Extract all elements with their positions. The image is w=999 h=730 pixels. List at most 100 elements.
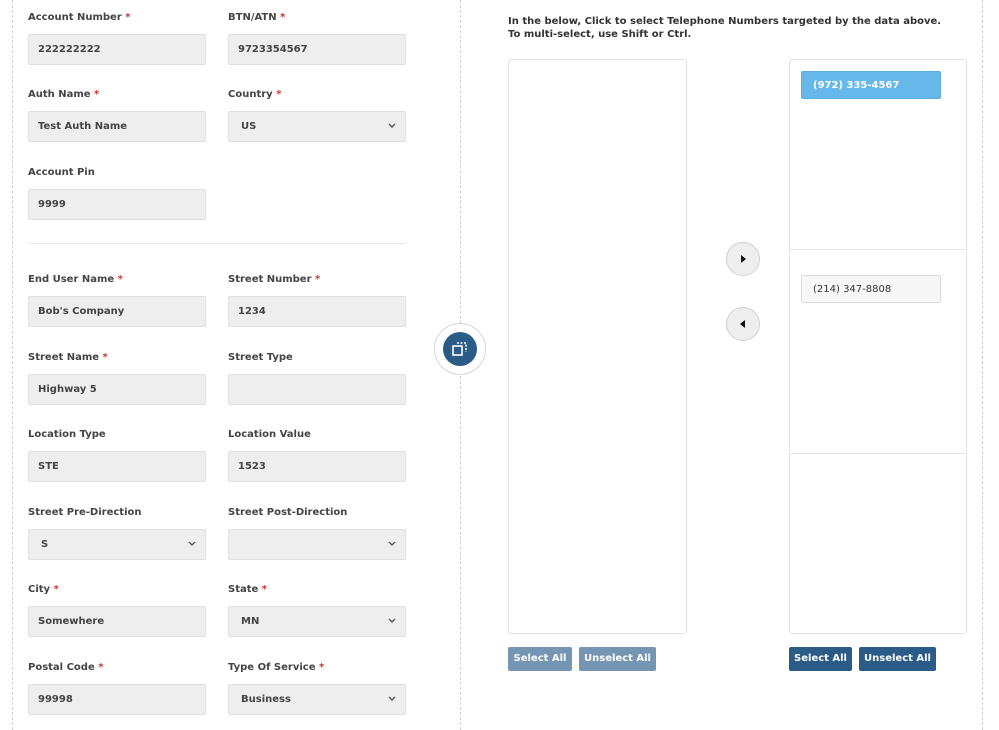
location-type-input[interactable]: STE (28, 451, 206, 482)
state-label-text: State (228, 584, 259, 595)
selected-unselect-all-button[interactable]: Unselect All (859, 647, 936, 671)
street-name-input[interactable]: Highway 5 (28, 374, 206, 405)
location-value-label-text: Location Value (228, 429, 311, 440)
field-city: City * Somewhere (28, 584, 206, 637)
street-number-label-text: Street Number (228, 274, 312, 285)
field-street-number: Street Number * 1234 (228, 274, 406, 327)
btn-atn-label: BTN/ATN * (228, 12, 406, 26)
postal-code-input[interactable]: 99998 (28, 684, 206, 715)
btn-atn-label-text: BTN/ATN (228, 12, 277, 23)
required-marker: * (94, 89, 100, 100)
account-pin-label: Account Pin (28, 167, 206, 181)
type-of-service-value: Business (241, 694, 291, 705)
required-marker: * (117, 274, 123, 285)
street-pre-direction-value: S (41, 539, 49, 550)
country-value: US (241, 121, 257, 132)
type-of-service-label-text: Type Of Service (228, 662, 316, 673)
street-type-input[interactable] (228, 374, 406, 405)
location-type-label-text: Location Type (28, 429, 106, 440)
postal-code-value: 99998 (38, 694, 73, 705)
country-select[interactable]: US (228, 111, 406, 142)
street-pre-direction-select[interactable]: S (28, 529, 206, 560)
instructions: In the below, Click to select Telephone … (508, 15, 941, 41)
postal-code-label-text: Postal Code (28, 662, 95, 673)
state-value: MN (241, 616, 260, 627)
end-user-name-value: Bob's Company (38, 306, 125, 317)
move-left-button[interactable] (726, 307, 760, 341)
location-value-label: Location Value (228, 429, 406, 443)
street-number-value: 1234 (238, 306, 266, 317)
auth-name-label: Auth Name * (28, 89, 206, 103)
required-marker: * (315, 274, 321, 285)
field-end-user-name: End User Name * Bob's Company (28, 274, 206, 327)
required-marker: * (261, 584, 268, 595)
move-right-button[interactable] (726, 242, 760, 276)
type-of-service-label: Type Of Service * (228, 662, 406, 676)
instructions-line-2: To multi-select, use Shift or Ctrl. (508, 29, 692, 40)
caret-right-icon (741, 255, 746, 263)
list-item[interactable]: (214) 347-8808 (801, 275, 941, 303)
country-label: Country * (228, 89, 406, 103)
postal-code-label: Postal Code * (28, 662, 206, 676)
available-numbers-list[interactable] (508, 59, 687, 634)
right-border (982, 0, 983, 730)
location-value-value: 1523 (238, 461, 266, 472)
available-unselect-all-button[interactable]: Unselect All (579, 647, 656, 671)
available-select-all-button[interactable]: Select All (508, 647, 572, 671)
instructions-line-1: In the below, Click to select Telephone … (508, 16, 942, 27)
caret-left-icon (740, 320, 745, 328)
end-user-name-label-text: End User Name (28, 274, 115, 285)
city-input[interactable]: Somewhere (28, 606, 206, 637)
type-of-service-select[interactable]: Business (228, 684, 406, 715)
account-number-label-text: Account Number (28, 12, 122, 23)
city-label: City * (28, 584, 206, 598)
street-post-direction-label: Street Post-Direction (228, 507, 406, 521)
state-select[interactable]: MN (228, 606, 406, 637)
location-value-input[interactable]: 1523 (228, 451, 406, 482)
copy-to-selection-icon (443, 332, 477, 366)
end-user-name-label: End User Name * (28, 274, 206, 288)
field-btn-atn: BTN/ATN * 9723354567 (228, 12, 406, 65)
street-number-input[interactable]: 1234 (228, 296, 406, 327)
field-account-number: Account Number * 222222222 (28, 12, 206, 65)
btn-atn-value: 9723354567 (238, 44, 308, 55)
chevron-down-icon (388, 685, 396, 727)
transfer-button[interactable] (434, 323, 486, 375)
required-marker: * (276, 89, 282, 100)
selected-numbers-list[interactable]: (972) 335-4567 (214) 347-8808 (789, 59, 967, 634)
chevron-down-icon (388, 112, 396, 154)
street-post-direction-label-text: Street Post-Direction (228, 507, 348, 518)
field-street-name: Street Name * Highway 5 (28, 352, 206, 405)
account-pin-value: 9999 (38, 199, 66, 210)
location-type-label: Location Type (28, 429, 206, 443)
street-pre-direction-label-text: Street Pre-Direction (28, 507, 142, 518)
required-marker: * (102, 352, 108, 363)
required-marker: * (98, 662, 104, 673)
account-pin-input[interactable]: 9999 (28, 189, 206, 220)
street-name-value: Highway 5 (38, 384, 97, 395)
auth-name-input[interactable]: Test Auth Name (28, 111, 206, 142)
field-type-of-service: Type Of Service * Business (228, 662, 406, 715)
chevron-down-icon (388, 607, 396, 649)
required-marker: * (125, 12, 131, 23)
street-type-label-text: Street Type (228, 352, 293, 363)
street-post-direction-select[interactable] (228, 529, 406, 560)
field-postal-code: Postal Code * 99998 (28, 662, 206, 715)
state-label: State * (228, 584, 406, 598)
list-zone-divider (790, 453, 966, 454)
field-street-pre-direction: Street Pre-Direction S (28, 507, 206, 560)
account-number-value: 222222222 (38, 44, 101, 55)
btn-atn-input[interactable]: 9723354567 (228, 34, 406, 65)
list-item[interactable]: (972) 335-4567 (801, 71, 941, 99)
account-number-input[interactable]: 222222222 (28, 34, 206, 65)
location-type-value: STE (38, 461, 59, 472)
field-location-type: Location Type STE (28, 429, 206, 482)
city-value: Somewhere (38, 616, 105, 627)
selected-select-all-button[interactable]: Select All (789, 647, 852, 671)
list-zone-divider (790, 249, 966, 250)
end-user-name-input[interactable]: Bob's Company (28, 296, 206, 327)
field-street-post-direction: Street Post-Direction (228, 507, 406, 560)
field-account-pin: Account Pin 9999 (28, 167, 206, 220)
street-name-label: Street Name * (28, 352, 206, 366)
chevron-down-icon (188, 530, 196, 572)
